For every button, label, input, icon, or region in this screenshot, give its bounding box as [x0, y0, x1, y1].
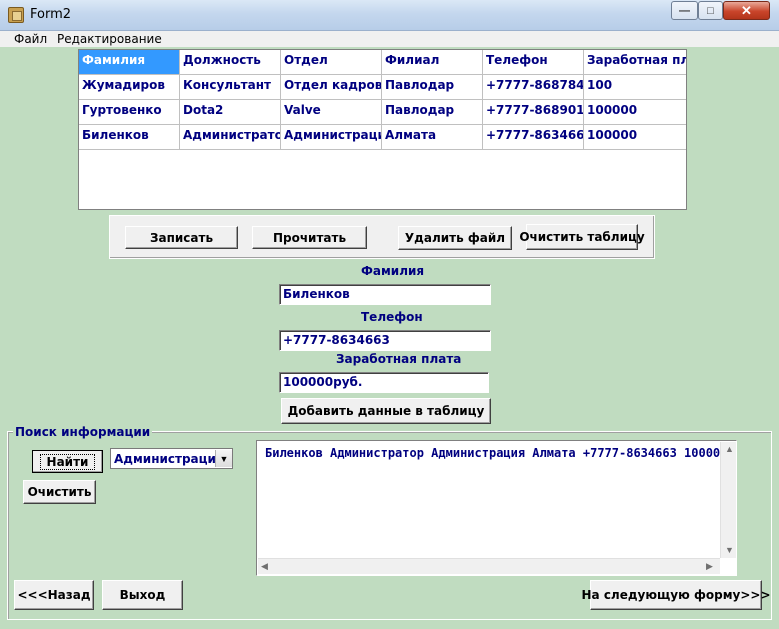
grid-cell[interactable]: Valve [281, 100, 382, 125]
grid-header-branch[interactable]: Филиал [382, 50, 483, 75]
menu-edit[interactable]: Редактирование [57, 32, 162, 46]
grid-cell[interactable]: 100000 [584, 125, 686, 150]
chevron-down-icon[interactable]: ▼ [215, 450, 232, 467]
find-button[interactable]: Найти [32, 450, 103, 473]
app-icon [8, 7, 24, 23]
find-button-label: Найти [39, 453, 96, 470]
exit-button[interactable]: Выход [102, 580, 183, 610]
search-group-title: Поиск информации [13, 425, 153, 439]
phone-label: Телефон [361, 310, 423, 324]
maximize-button[interactable]: □ [698, 1, 723, 20]
read-button[interactable]: Прочитать [252, 226, 367, 249]
grid-cell[interactable]: +7777-8634663 [483, 125, 584, 150]
department-select[interactable]: Администрация ▼ [110, 448, 233, 469]
minimize-icon: — [679, 4, 690, 17]
salary-input[interactable]: 100000руб. [279, 372, 489, 393]
grid-cell[interactable]: Консультант [180, 75, 281, 100]
surname-input[interactable]: Биленков [279, 284, 491, 305]
grid-header-phone[interactable]: Телефон [483, 50, 584, 75]
grid-cell[interactable]: 100 [584, 75, 686, 100]
department-selected-value: Администрация [114, 452, 224, 466]
search-result-memo[interactable]: Биленков Администратор Администрация Алм… [256, 440, 737, 576]
grid-cell[interactable]: +7777-8689015 [483, 100, 584, 125]
grid-header-surname[interactable]: Фамилия [79, 50, 180, 75]
close-button[interactable]: ✕ [723, 1, 770, 20]
grid-cell[interactable]: Администрация [281, 125, 382, 150]
grid-cell[interactable]: Гуртовенко [79, 100, 180, 125]
data-grid[interactable]: Фамилия Должность Отдел Филиал Телефон З… [78, 49, 687, 210]
search-result-text: Биленков Администратор Администрация Алм… [265, 446, 728, 460]
grid-header-department[interactable]: Отдел [281, 50, 382, 75]
grid-cell[interactable]: Отдел кадров [281, 75, 382, 100]
title-bar: Form2 — □ ✕ [0, 0, 779, 31]
surname-label: Фамилия [361, 264, 425, 278]
add-to-table-button[interactable]: Добавить данные в таблицу [281, 398, 491, 424]
grid-cell[interactable]: +7777-8687841 [483, 75, 584, 100]
grid-cell[interactable]: Павлодар [382, 100, 483, 125]
menu-file[interactable]: Файл [14, 32, 47, 46]
menu-bar: Файл Редактирование [0, 31, 779, 47]
clear-table-button[interactable]: Очистить таблицу [519, 224, 645, 250]
close-icon: ✕ [741, 2, 752, 18]
grid-cell[interactable]: Администратор [180, 125, 281, 150]
delete-file-button[interactable]: Удалить файл [398, 226, 512, 250]
scroll-up-icon[interactable]: ▲ [725, 444, 734, 454]
scroll-right-icon[interactable]: ▶ [706, 561, 713, 572]
horizontal-scrollbar[interactable]: ◀ ▶ [258, 558, 720, 574]
grid-cell[interactable]: Алмата [382, 125, 483, 150]
grid-header-salary[interactable]: Заработная плата [584, 50, 686, 75]
grid-header-position[interactable]: Должность [180, 50, 281, 75]
write-button[interactable]: Записать [125, 226, 238, 249]
grid-cell[interactable]: Павлодар [382, 75, 483, 100]
window-title: Form2 [30, 7, 72, 22]
grid-cell[interactable]: 100000 [584, 100, 686, 125]
vertical-scrollbar[interactable]: ▲ ▼ [720, 442, 736, 558]
phone-input[interactable]: +7777-8634663 [279, 330, 491, 351]
scroll-down-icon[interactable]: ▼ [725, 545, 734, 555]
back-button[interactable]: <<<Назад [14, 580, 94, 610]
scroll-left-icon[interactable]: ◀ [261, 561, 268, 572]
clear-search-button[interactable]: Очистить [23, 480, 96, 504]
next-form-button[interactable]: На следующую форму>>> [582, 580, 771, 610]
maximize-icon: □ [707, 4, 714, 17]
grid-cell[interactable]: Биленков [79, 125, 180, 150]
salary-label: Заработная плата [336, 352, 462, 366]
grid-cell[interactable]: Жумадиров [79, 75, 180, 100]
grid-cell[interactable]: Dota2 [180, 100, 281, 125]
minimize-button[interactable]: — [671, 1, 698, 20]
